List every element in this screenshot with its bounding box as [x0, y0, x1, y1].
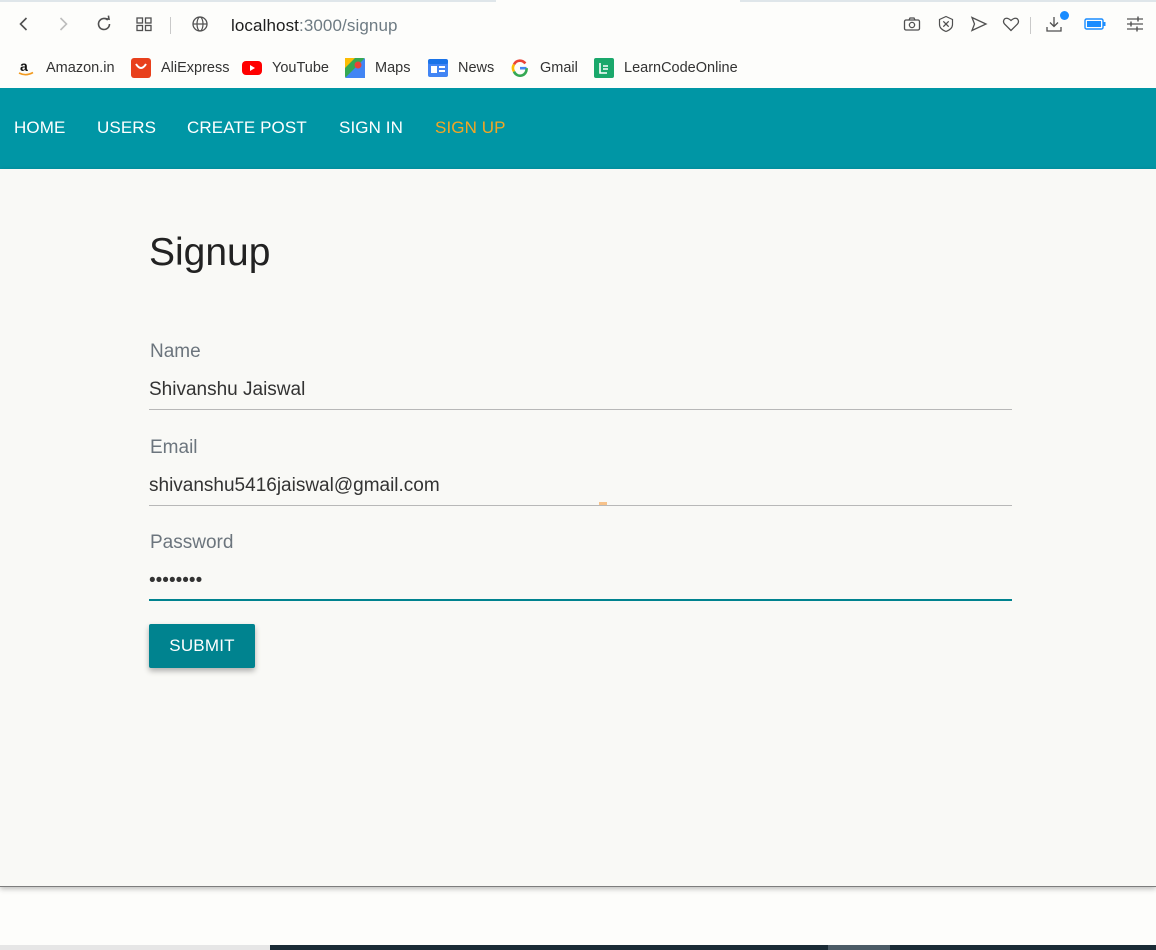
nav-create-post-link[interactable]: CREATE POST [187, 118, 307, 138]
bookmark-youtube[interactable]: YouTube [242, 57, 329, 79]
page-title: Signup [149, 231, 271, 274]
youtube-icon [242, 58, 262, 78]
download-badge [1060, 11, 1069, 20]
bookmarks-bar: a Amazon.in AliExpress YouTube Maps News… [0, 48, 1156, 88]
nav-sign-in-link[interactable]: SIGN IN [339, 118, 403, 138]
bookmark-label: YouTube [272, 60, 329, 76]
bookmark-amazon[interactable]: a Amazon.in [16, 57, 115, 79]
news-icon [428, 58, 448, 78]
submit-button[interactable]: SUBMIT [149, 624, 255, 668]
heart-icon[interactable] [999, 11, 1023, 37]
url-host: localhost [231, 16, 299, 35]
speed-dial-icon[interactable] [132, 11, 156, 37]
bookmark-label: LearnCodeOnline [624, 60, 738, 76]
bookmark-label: AliExpress [161, 60, 230, 76]
browser-toolbar: localhost:3000/signup [0, 2, 1156, 48]
learncodeonline-icon [594, 58, 614, 78]
amazon-icon: a [16, 58, 36, 78]
bookmark-aliexpress[interactable]: AliExpress [131, 57, 230, 79]
nav-users-link[interactable]: USERS [97, 118, 156, 138]
bookmark-gmail[interactable]: Gmail [510, 57, 578, 79]
email-input[interactable] [149, 471, 1012, 506]
settings-sliders-icon[interactable] [1123, 11, 1147, 37]
bookmark-label: Amazon.in [46, 60, 115, 76]
aliexpress-icon [131, 58, 151, 78]
nav-home-link[interactable]: HOME [14, 118, 65, 138]
address-bar[interactable]: localhost:3000/signup [231, 16, 398, 36]
bookmark-maps[interactable]: Maps [345, 57, 410, 79]
signup-page: Signup Name Email Password SUBMIT [0, 169, 1156, 887]
site-info-icon[interactable] [188, 11, 212, 37]
bookmark-learncodeonline[interactable]: LearnCodeOnline [594, 57, 738, 79]
bookmark-label: News [458, 60, 495, 76]
battery-icon[interactable] [1083, 11, 1107, 37]
password-input[interactable] [149, 566, 1012, 601]
password-label: Password [150, 532, 234, 553]
send-icon[interactable] [967, 11, 991, 37]
taskbar-edge [0, 945, 1156, 950]
maps-icon [345, 58, 365, 78]
url-path: :3000/signup [299, 16, 398, 35]
bookmark-label: Maps [375, 60, 411, 76]
app-navbar: HOME USERS CREATE POST SIGN IN SIGN UP [0, 88, 1156, 169]
camera-icon[interactable] [900, 11, 924, 37]
bookmark-label: Gmail [540, 60, 578, 76]
mouse-cursor-mark [599, 502, 607, 505]
reload-icon[interactable] [92, 11, 116, 37]
nav-sign-up-link[interactable]: SIGN UP [435, 118, 506, 138]
name-label: Name [150, 341, 201, 362]
back-icon[interactable] [12, 11, 36, 37]
name-input[interactable] [149, 375, 1012, 410]
bookmark-news[interactable]: News [428, 57, 494, 79]
forward-icon[interactable] [51, 11, 75, 37]
toolbar-separator [170, 17, 171, 34]
toolbar-separator [1030, 17, 1031, 34]
block-icon[interactable] [934, 11, 958, 37]
email-label: Email [150, 437, 198, 458]
svg-text:a: a [20, 59, 28, 74]
google-icon [510, 58, 530, 78]
